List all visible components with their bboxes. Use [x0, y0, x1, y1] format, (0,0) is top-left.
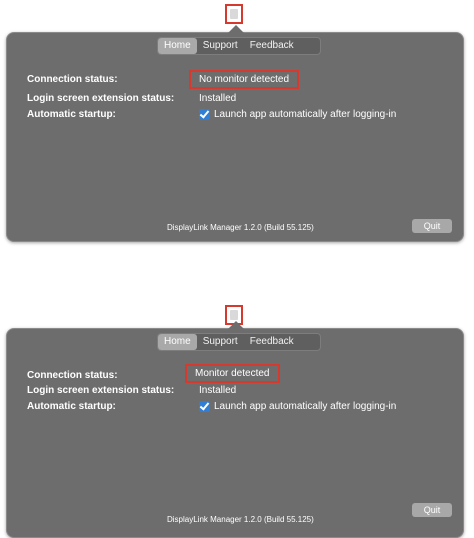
tab-home[interactable]: Home — [158, 334, 197, 350]
display-glyph-icon — [230, 310, 238, 320]
version-text: DisplayLink Manager 1.2.0 (Build 55.125) — [167, 223, 314, 232]
quit-button[interactable]: Quit — [412, 503, 452, 517]
connection-status-value: Monitor detected — [185, 364, 280, 383]
tab-support[interactable]: Support — [197, 38, 244, 54]
tab-home[interactable]: Home — [158, 38, 197, 54]
login-extension-label: Login screen extension status: — [27, 93, 175, 104]
tab-feedback[interactable]: Feedback — [244, 38, 300, 54]
displaylink-window: Home Support Feedback Connection status:… — [6, 321, 464, 538]
tab-support[interactable]: Support — [197, 334, 244, 350]
quit-button[interactable]: Quit — [412, 219, 452, 233]
launch-automatically-label: Launch app automatically after logging-i… — [214, 401, 397, 412]
connection-status-value: No monitor detected — [189, 70, 300, 89]
launch-automatically-checkbox[interactable] — [199, 400, 210, 412]
login-extension-value: Installed — [199, 93, 237, 104]
launch-automatically-checkbox[interactable] — [199, 108, 210, 120]
displaylink-menubar-icon[interactable] — [225, 4, 243, 24]
display-glyph-icon — [230, 9, 238, 19]
tab-bar: Home Support Feedback — [157, 333, 321, 351]
automatic-startup-label: Automatic startup: — [27, 109, 116, 120]
automatic-startup-label: Automatic startup: — [27, 401, 116, 412]
connection-status-label: Connection status: — [27, 370, 118, 381]
checkmark-icon — [199, 400, 210, 411]
tab-bar: Home Support Feedback — [157, 37, 321, 55]
login-extension-label: Login screen extension status: — [27, 385, 175, 396]
displaylink-window: Home Support Feedback Connection status:… — [6, 25, 464, 242]
login-extension-value: Installed — [199, 385, 237, 396]
launch-automatically-label: Launch app automatically after logging-i… — [214, 109, 397, 120]
version-text: DisplayLink Manager 1.2.0 (Build 55.125) — [167, 515, 314, 524]
connection-status-label: Connection status: — [27, 74, 118, 85]
checkmark-icon — [199, 108, 210, 119]
tab-feedback[interactable]: Feedback — [244, 334, 300, 350]
